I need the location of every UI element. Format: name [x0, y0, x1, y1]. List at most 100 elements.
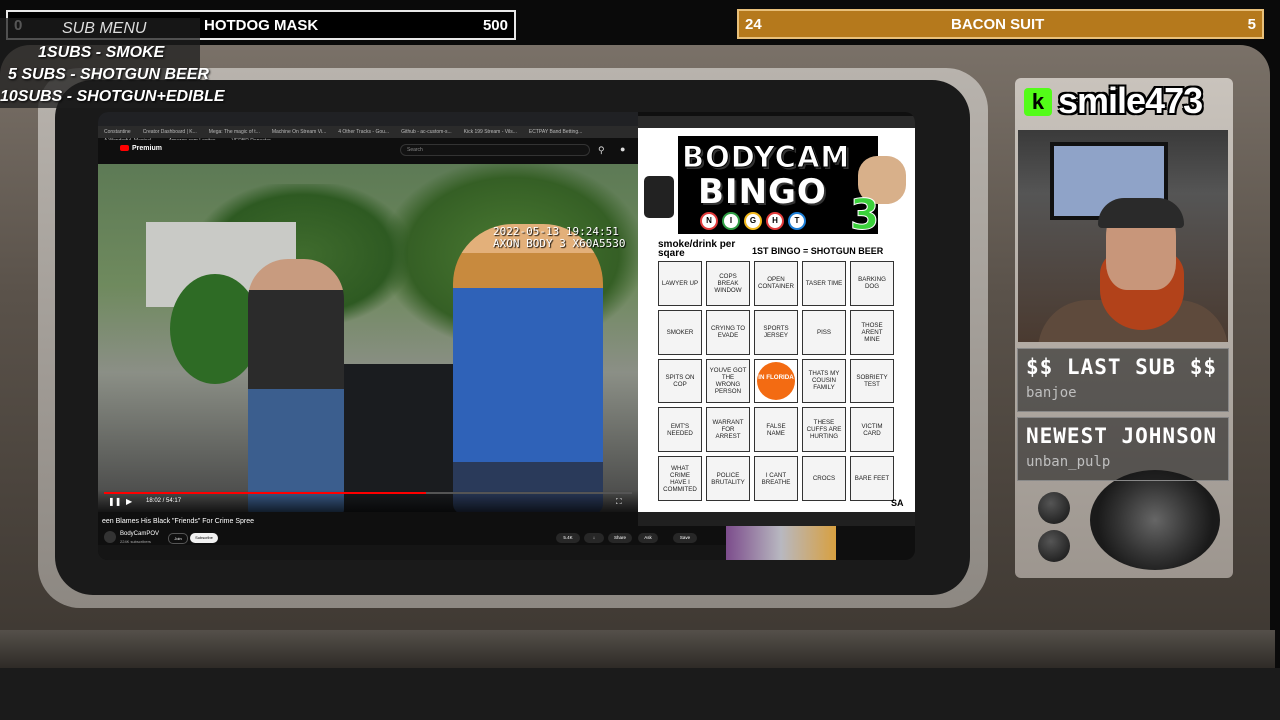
bookmark-item[interactable]: ECTPAY Band Betting...: [529, 129, 582, 135]
bingo-cell: CRYING TO EVADE: [706, 309, 750, 355]
streamer-handle: smile473: [1058, 80, 1203, 121]
night-letter: T: [788, 212, 806, 230]
bingo-card: BODYCAM BINGO NIGHT 3 smoke/drink per sq…: [638, 128, 915, 512]
progress-fill: [104, 492, 427, 494]
bookmark-item[interactable]: Github - ac-custom-s...: [401, 129, 452, 135]
goal-left-target: 500: [482, 17, 508, 34]
bookmarks-bar: Constantine Creator Dashboard | K... Mega:…: [98, 126, 638, 144]
bingo-cell: BARE FEET: [850, 456, 894, 501]
sub-menu-line-3: 10SUBS - SHOTGUN+EDIBLE: [0, 88, 225, 105]
join-button[interactable]: Join: [168, 533, 188, 544]
bingo-cell: I CANT BREATHE: [754, 456, 798, 501]
bingo-cell: WARRANT FOR ARREST: [706, 407, 750, 453]
share-button[interactable]: Share: [608, 533, 632, 543]
like-button[interactable]: 5.4K: [556, 533, 580, 543]
goal-bar-bacon: 24 BACON SUIT 5: [737, 9, 1264, 39]
bingo-window-bar: [638, 116, 915, 128]
search-input[interactable]: Search: [400, 144, 590, 156]
bingo-cell-label: IN FLORIDA: [757, 361, 795, 400]
bingo-cell: SMOKER: [658, 309, 702, 355]
bingo-cell: WHAT CRIME HAVE I COMMITED: [658, 456, 702, 501]
bingo-cell: SOBRIETY TEST: [850, 358, 894, 404]
night-letter: G: [744, 212, 762, 230]
bingo-cell: IN FLORIDA: [754, 358, 798, 404]
night-letter: N: [700, 212, 718, 230]
kick-logo-icon: k: [1024, 88, 1052, 116]
night-letter: H: [766, 212, 784, 230]
streamer-hat: [1098, 198, 1184, 228]
officer-figure: [248, 259, 344, 512]
newest-value: unban_pulp: [1026, 454, 1111, 470]
channel-avatar[interactable]: [104, 531, 116, 543]
bingo-cell: FALSE NAME: [754, 407, 798, 453]
bingo-title-line1: BODYCAM: [681, 140, 851, 175]
dislike-button[interactable]: ↓: [584, 533, 604, 543]
bookmark-item[interactable]: Mega: The magic of t...: [209, 129, 260, 135]
video-time: 18:02 / 54:17: [146, 498, 182, 504]
tv-lip: [0, 630, 1275, 670]
bingo-cell: THOSE ARENT MINE: [850, 309, 894, 355]
bookmark-item[interactable]: Machine On Stream Vi...: [272, 129, 326, 135]
goal-right-title: BACON SUIT: [951, 16, 1045, 33]
tv-base: [0, 668, 1280, 720]
bingo-cell: BARKING DOG: [850, 261, 894, 306]
bookmark-item[interactable]: Kick 199 Stream - Vils...: [464, 129, 517, 135]
first-bingo-label: 1ST BINGO = SHOTGUN BEER: [752, 246, 884, 256]
bingo-corner-label: SA: [891, 498, 904, 508]
newest-box: NEWEST JOHNSON unban_pulp: [1017, 417, 1229, 481]
browser-tab-bar: [98, 112, 638, 126]
ask-button[interactable]: Ask: [638, 533, 658, 543]
bookmark-item[interactable]: Constantine: [104, 129, 131, 135]
last-sub-value: banjoe: [1026, 385, 1077, 401]
bingo-cell: COPS BREAK WINDOW: [706, 261, 750, 306]
last-sub-title: $$ LAST SUB $$: [1026, 355, 1218, 379]
microphone-icon[interactable]: ●: [620, 144, 625, 154]
video-progress-bar[interactable]: [104, 492, 632, 494]
search-icon[interactable]: ⚲: [598, 145, 605, 156]
sub-menu-line-2: 5 SUBS - SHOTGUN BEER: [8, 66, 209, 83]
bingo-cell: YOUVE GOT THE WRONG PERSON: [706, 358, 750, 404]
night-letters: NIGHT: [700, 210, 810, 230]
newest-title: NEWEST JOHNSON: [1026, 424, 1218, 448]
sub-menu-title: SUB MENU: [62, 20, 147, 37]
bodycam-device-icon: [644, 176, 674, 218]
sub-menu-line-1: 1SUBS - SMOKE: [38, 44, 165, 61]
taskbar: [638, 512, 915, 526]
suspect-figure: [453, 224, 603, 512]
pause-icon[interactable]: ❚❚: [108, 497, 121, 506]
bingo-cell: POLICE BRUTALITY: [706, 456, 750, 501]
save-button[interactable]: Save: [673, 533, 697, 543]
video-thumbnail[interactable]: [726, 526, 836, 560]
bookmark-item[interactable]: Creator Dashboard | K...: [143, 129, 197, 135]
youtube-logo[interactable]: Premium: [120, 145, 162, 152]
next-icon[interactable]: ▶: [126, 497, 132, 506]
subscribe-button[interactable]: Subscribe: [190, 533, 218, 543]
video-title: een Blames His Black "Friends" For Crime…: [102, 518, 255, 525]
webcam-feed: [1018, 130, 1228, 342]
subscriber-count: 224K subscribers: [120, 539, 151, 544]
related-strip: [98, 545, 726, 560]
bingo-cell: CROCS: [802, 456, 846, 501]
video-player[interactable]: 2022-05-13 19:24:51 AXON BODY 3 X60A5530: [98, 164, 638, 512]
bingo-cell: PISS: [802, 309, 846, 355]
bingo-cell: OPEN CONTAINER: [754, 261, 798, 306]
bingo-cell: SPORTS JERSEY: [754, 309, 798, 355]
bingo-cell: SPITS ON COP: [658, 358, 702, 404]
fullscreen-icon[interactable]: ⛶: [616, 497, 622, 507]
tv-channel-dial: [1090, 470, 1220, 570]
night-letter: I: [722, 212, 740, 230]
bingo-cell: VICTIM CARD: [850, 407, 894, 453]
bingo-number: 3: [849, 190, 880, 240]
stream-screen: Constantine Creator Dashboard | K... Mega:…: [98, 112, 915, 560]
sub-menu: SUB MENU 1SUBS - SMOKE 5 SUBS - SHOTGUN …: [0, 18, 224, 108]
tv-knob-top: [1038, 492, 1070, 524]
per-square-label: smoke/drink per sqare: [658, 239, 736, 259]
bingo-cell: TASER TIME: [802, 261, 846, 306]
bingo-cell: EMT'S NEEDED: [658, 407, 702, 453]
bingo-title-line2: BINGO: [698, 172, 827, 212]
goal-right-start: 24: [745, 16, 762, 33]
channel-name[interactable]: BodyCamPOV: [120, 531, 159, 537]
bush: [170, 274, 260, 384]
bookmark-item[interactable]: 4 Other Tracks - Gou...: [338, 129, 389, 135]
bingo-cell: THATS MY COUSIN FAMILY: [802, 358, 846, 404]
